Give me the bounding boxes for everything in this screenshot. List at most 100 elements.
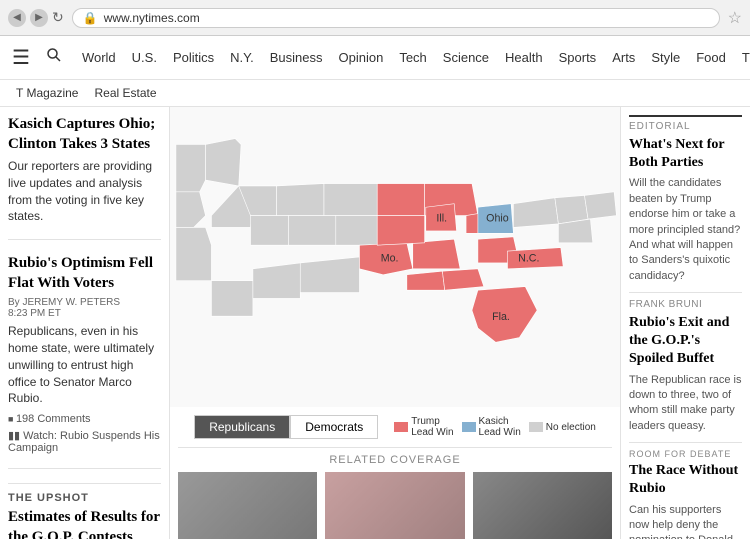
article-rubio-text: Republicans, even in his home state, wer…	[8, 323, 161, 407]
label-ill: Ill.	[436, 212, 447, 224]
state-ky-tn	[413, 239, 460, 269]
state-me-nh	[584, 192, 616, 219]
sidebar-section-3: ROOM FOR DEBATE	[629, 442, 742, 459]
nav-tmagazine[interactable]: T Magazine	[8, 84, 86, 102]
url-text: www.nytimes.com	[104, 11, 200, 25]
state-ut	[251, 216, 289, 246]
center-column: Ill. Ohio Mo. N.C. Fla. Republicans Demo…	[170, 107, 620, 539]
map-area: Ill. Ohio Mo. N.C. Fla.	[170, 107, 620, 407]
state-ms-al	[407, 271, 445, 290]
state-pa	[513, 198, 558, 228]
nav-ny[interactable]: N.Y.	[222, 50, 262, 65]
sub-nav: T Magazine Real Estate	[0, 80, 750, 107]
top-nav: ☰ World U.S. Politics N.Y. Business Opin…	[0, 36, 750, 80]
state-wa	[176, 145, 206, 192]
back-button[interactable]: ◀	[8, 9, 26, 27]
state-or	[176, 192, 206, 228]
state-tx-part	[300, 257, 359, 293]
noelection-color	[529, 422, 543, 432]
related-img-0	[178, 472, 317, 539]
article-kasich: Kasich Captures Ohio; Clinton Takes 3 St…	[8, 115, 161, 240]
sidebar-title-1[interactable]: What's Next for Both Parties	[629, 136, 742, 172]
related-item-1: Scenes From Tuesday's Election	[325, 472, 464, 539]
nav-sports[interactable]: Sports	[551, 50, 605, 65]
nav-food[interactable]: Food	[688, 50, 734, 65]
nav-us[interactable]: U.S.	[124, 50, 165, 65]
main-content: Kasich Captures Ohio; Clinton Takes 3 St…	[0, 107, 750, 539]
nav-world[interactable]: World	[74, 50, 124, 65]
upshot-label: THE UPSHOT	[8, 483, 161, 504]
article-kasich-text: Our reporters are providing live updates…	[8, 158, 161, 225]
sidebar-text-2: The Republican race is down to three, tw…	[629, 373, 742, 435]
sidebar-text-1: Will the candidates beaten by Trump endo…	[629, 176, 742, 284]
noelection-label: No election	[546, 422, 596, 433]
left-column: Kasich Captures Ohio; Clinton Takes 3 St…	[0, 107, 170, 539]
editorial-label: EDITORIAL	[629, 115, 742, 132]
nav-realestate[interactable]: Real Estate	[86, 84, 164, 102]
state-co	[288, 216, 335, 246]
legend-trump: TrumpLead Win	[394, 416, 453, 438]
nav-arts[interactable]: Arts	[604, 50, 643, 65]
related-label: RELATED COVERAGE	[178, 447, 612, 472]
refresh-button[interactable]: ↻	[52, 9, 64, 27]
legend-noelection: No election	[529, 422, 596, 433]
state-az	[211, 281, 252, 317]
republicans-button[interactable]: Republicans	[194, 415, 290, 439]
nav-business[interactable]: Business	[262, 50, 331, 65]
sidebar-title-2[interactable]: Rubio's Exit and the G.O.P.'s Spoiled Bu…	[629, 314, 742, 369]
label-nc: N.C.	[518, 253, 539, 265]
state-nd-wy	[277, 184, 324, 216]
map-legend: TrumpLead Win KasichLead Win No election	[394, 416, 596, 438]
state-id	[206, 139, 242, 186]
hamburger-button[interactable]: ☰	[8, 41, 34, 74]
article-upshot: THE UPSHOT Estimates of Results for the …	[8, 483, 161, 539]
kasich-color	[462, 422, 476, 432]
state-ga	[442, 269, 483, 290]
state-nm	[253, 263, 300, 299]
sidebar-byline-2: FRANK BRUNI	[629, 292, 742, 310]
state-wi-ia	[377, 184, 424, 216]
related-img-1	[325, 472, 464, 539]
democrats-button[interactable]: Democrats	[290, 415, 378, 439]
browser-chrome: ◀ ▶ ↻ 🔒 www.nytimes.com ☆	[0, 0, 750, 36]
url-bar[interactable]: 🔒 www.nytimes.com	[72, 8, 720, 28]
related-grid: How Trump Made the Campaign Guru Obsolet…	[170, 472, 620, 539]
label-fla: Fla.	[492, 311, 510, 323]
bookmark-button[interactable]: ☆	[728, 8, 742, 28]
state-ne	[336, 216, 377, 246]
election-map: Ill. Ohio Mo. N.C. Fla.	[170, 107, 620, 407]
article-rubio-title[interactable]: Rubio's Optimism Fell Flat With Voters	[8, 254, 161, 293]
trump-label: TrumpLead Win	[411, 416, 453, 438]
trump-color	[394, 422, 408, 432]
article-rubio-byline: By JEREMY W. PETERS8:23 PM ET	[8, 297, 161, 319]
browser-nav: ◀ ▶ ↻	[8, 9, 64, 27]
legend-kasich: KasichLead Win	[462, 416, 521, 438]
related-img-2	[473, 472, 612, 539]
article-kasich-title[interactable]: Kasich Captures Ohio; Clinton Takes 3 St…	[8, 115, 161, 154]
state-ny	[555, 195, 588, 223]
article-rubio: Rubio's Optimism Fell Flat With Voters B…	[8, 254, 161, 469]
label-ohio: Ohio	[486, 212, 509, 224]
map-controls: Republicans Democrats TrumpLead Win Kasi…	[170, 407, 620, 447]
sidebar-title-3[interactable]: The Race Without Rubio	[629, 462, 742, 498]
nav-opinion[interactable]: Opinion	[331, 50, 392, 65]
comments-link[interactable]: 198 Comments	[8, 413, 161, 425]
nav-tech[interactable]: Tech	[391, 50, 434, 65]
right-column: EDITORIAL What's Next for Both Parties W…	[620, 107, 750, 539]
nav-travel[interactable]: Travel	[734, 50, 750, 65]
watch-link[interactable]: ▮▮ Watch: Rubio Suspends His Campaign	[8, 429, 161, 454]
forward-button[interactable]: ▶	[30, 9, 48, 27]
nav-links: World U.S. Politics N.Y. Business Opinio…	[74, 50, 750, 65]
nav-health[interactable]: Health	[497, 50, 551, 65]
state-sd-mn	[324, 184, 377, 216]
kasich-label: KasichLead Win	[479, 416, 521, 438]
search-button[interactable]	[42, 43, 66, 72]
sidebar-text-3: Can his supporters now help deny the nom…	[629, 503, 742, 539]
nav-style[interactable]: Style	[643, 50, 688, 65]
upshot-title[interactable]: Estimates of Results for the G.O.P. Cont…	[8, 508, 161, 539]
label-mo: Mo.	[381, 253, 399, 265]
state-il-part	[377, 216, 424, 246]
nav-politics[interactable]: Politics	[165, 50, 222, 65]
nav-science[interactable]: Science	[435, 50, 497, 65]
state-ca	[176, 227, 212, 280]
